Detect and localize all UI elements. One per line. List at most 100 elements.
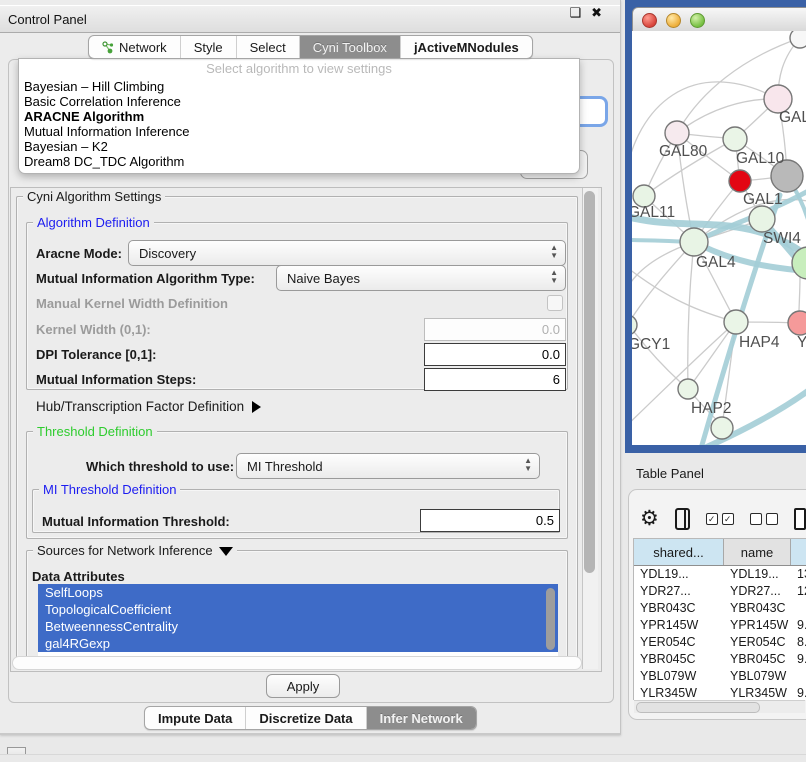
node-label: GAL4: [696, 254, 736, 271]
network-node-gal1[interactable]: [729, 170, 751, 192]
split-table-icon[interactable]: [675, 508, 690, 530]
settings-hscrollbar[interactable]: [12, 656, 582, 670]
tab-cyni-toolbox[interactable]: Cyni Toolbox: [300, 36, 401, 58]
table-cell: YPR145W: [724, 617, 791, 634]
screen: Control Panel ❑ ✖ NetworkStyleSelectCyni…: [0, 0, 806, 762]
which-threshold-combobox[interactable]: MI Threshold ▲▼: [236, 453, 540, 479]
gear-icon[interactable]: ⚙: [640, 509, 659, 529]
stepper-arrows-icon: ▲▼: [524, 457, 532, 473]
dropdown-items: Bayesian – Hill ClimbingBasic Correlatio…: [19, 79, 579, 169]
tab-impute-data[interactable]: Impute Data: [145, 707, 246, 729]
manual-kernel-label: Manual Kernel Width Definition: [36, 296, 228, 311]
aracne-mode-label: Aracne Mode:: [36, 246, 122, 261]
settings-scrollbar-thumb[interactable]: [584, 191, 595, 573]
network-window-titlebar[interactable]: [632, 7, 806, 33]
kernel-width-label: Kernel Width (0,1):: [36, 322, 151, 337]
mi-algorithm-type-combobox[interactable]: Naive Bayes ▲▼: [276, 265, 566, 291]
top-tab-bar: NetworkStyleSelectCyni ToolboxjActiveMNo…: [88, 35, 533, 59]
column-header[interactable]: shared...: [634, 539, 724, 565]
tab-jactivemnodules[interactable]: jActiveMNodules: [401, 36, 532, 58]
minimize-window-icon[interactable]: [666, 13, 681, 28]
network-node[interactable]: [711, 417, 733, 439]
dpi-tolerance-label: DPI Tolerance [0,1]:: [36, 347, 156, 362]
hub-definition-toggle[interactable]: Hub/Transcription Factor Definition: [36, 399, 261, 414]
dropdown-item[interactable]: Dream8 DC_TDC Algorithm: [19, 154, 579, 169]
zoom-window-icon[interactable]: [690, 13, 705, 28]
node-label: GAL10: [736, 150, 785, 167]
select-all-icon[interactable]: ✓✓: [706, 513, 734, 525]
attributes-scrollbar-thumb[interactable]: [546, 588, 555, 650]
dropdown-item[interactable]: Bayesian – K2: [19, 139, 579, 154]
dpi-tolerance-input[interactable]: [424, 343, 566, 366]
table-cell: YDR27...: [724, 583, 791, 600]
mi-threshold-input[interactable]: [420, 509, 560, 532]
network-node[interactable]: [790, 31, 806, 48]
node-label: HAP4: [739, 334, 780, 351]
network-node-gal80[interactable]: [665, 121, 689, 145]
table-cell: 13: [791, 566, 806, 583]
tab-infer-network[interactable]: Infer Network: [367, 707, 476, 729]
group-title: MI Threshold Definition: [39, 482, 180, 497]
network-edge: [632, 242, 694, 324]
deselect-all-icon[interactable]: [750, 513, 778, 525]
apply-button[interactable]: Apply: [266, 674, 340, 698]
network-node-gcy1[interactable]: [632, 315, 637, 335]
table-row[interactable]: YPR145WYPR145W9.: [634, 617, 806, 634]
tab-discretize-data[interactable]: Discretize Data: [246, 707, 366, 729]
table-row[interactable]: YLR345WYLR345W9.: [634, 685, 806, 700]
table-cell: [791, 668, 806, 685]
close-window-icon[interactable]: [642, 13, 657, 28]
attribute-item[interactable]: SelfLoops: [38, 584, 558, 601]
attribute-item[interactable]: gal4RGexp: [38, 635, 558, 652]
aracne-mode-combobox[interactable]: Discovery ▲▼: [128, 240, 566, 266]
table-cell: 9.: [791, 651, 806, 668]
mi-steps-input[interactable]: [424, 368, 566, 391]
attribute-item[interactable]: TopologicalCoefficient: [38, 601, 558, 618]
table-cell: YDL19...: [724, 566, 791, 583]
which-threshold-label: Which threshold to use:: [86, 459, 234, 474]
table-row[interactable]: YER054CYER054C8.: [634, 634, 806, 651]
network-view[interactable]: GALGAL80GAL10GAL1GAL11SWI4GAL4GCY1HAP4YH…: [632, 31, 806, 445]
data-attributes-label: Data Attributes: [32, 569, 125, 584]
table-cell: YLR345W: [724, 685, 791, 700]
table-cell: 8.: [791, 634, 806, 651]
status-strip: [0, 754, 806, 762]
table-hscrollbar-thumb[interactable]: [636, 702, 760, 713]
network-node-hap4[interactable]: [724, 310, 748, 334]
sources-toggle[interactable]: Sources for Network Inference: [33, 543, 237, 558]
dropdown-item[interactable]: Bayesian – Hill Climbing: [19, 79, 579, 94]
table-row[interactable]: YBL079WYBL079W: [634, 668, 806, 685]
table-cell: YBL079W: [724, 668, 791, 685]
close-panel-icon[interactable]: ✖: [591, 5, 602, 21]
table-row[interactable]: YBR045CYBR045C9.: [634, 651, 806, 668]
tab-network[interactable]: Network: [89, 36, 181, 58]
dropdown-item[interactable]: Basic Correlation Inference: [19, 94, 579, 109]
network-node-gal10[interactable]: [723, 127, 747, 151]
table-cell: YER054C: [634, 634, 724, 651]
dropdown-item[interactable]: Mutual Information Inference: [19, 124, 579, 139]
node-label: HAP2: [691, 400, 732, 417]
network-node-y[interactable]: [788, 311, 806, 335]
column-header[interactable]: name: [724, 539, 791, 565]
table-row[interactable]: YBR043CYBR043C: [634, 600, 806, 617]
table-cell: 9.: [791, 617, 806, 634]
network-node-hap2[interactable]: [678, 379, 698, 399]
network-node-gal4[interactable]: [680, 228, 708, 256]
bottom-tab-bar: Impute DataDiscretize DataInfer Network: [144, 706, 477, 730]
network-edge: [632, 324, 688, 389]
table-row[interactable]: YDL19...YDL19...13: [634, 566, 806, 583]
table-cell: YBR043C: [634, 600, 724, 617]
table-hscrollbar: [634, 700, 805, 713]
table-toolbar: ⚙ ✓✓: [640, 503, 806, 535]
dropdown-item[interactable]: ARACNE Algorithm: [19, 109, 579, 124]
mi-threshold-label: Mutual Information Threshold:: [42, 514, 230, 529]
tab-select[interactable]: Select: [237, 36, 300, 58]
tab-style[interactable]: Style: [181, 36, 237, 58]
float-window-icon[interactable]: ❑: [569, 5, 581, 21]
table-row[interactable]: YDR27...YDR27...12: [634, 583, 806, 600]
network-node-swi4[interactable]: [749, 206, 775, 232]
column-header[interactable]: A: [791, 539, 806, 565]
file-icon[interactable]: [794, 508, 806, 530]
table-cell: YBL079W: [634, 668, 724, 685]
attribute-item[interactable]: BetweennessCentrality: [38, 618, 558, 635]
